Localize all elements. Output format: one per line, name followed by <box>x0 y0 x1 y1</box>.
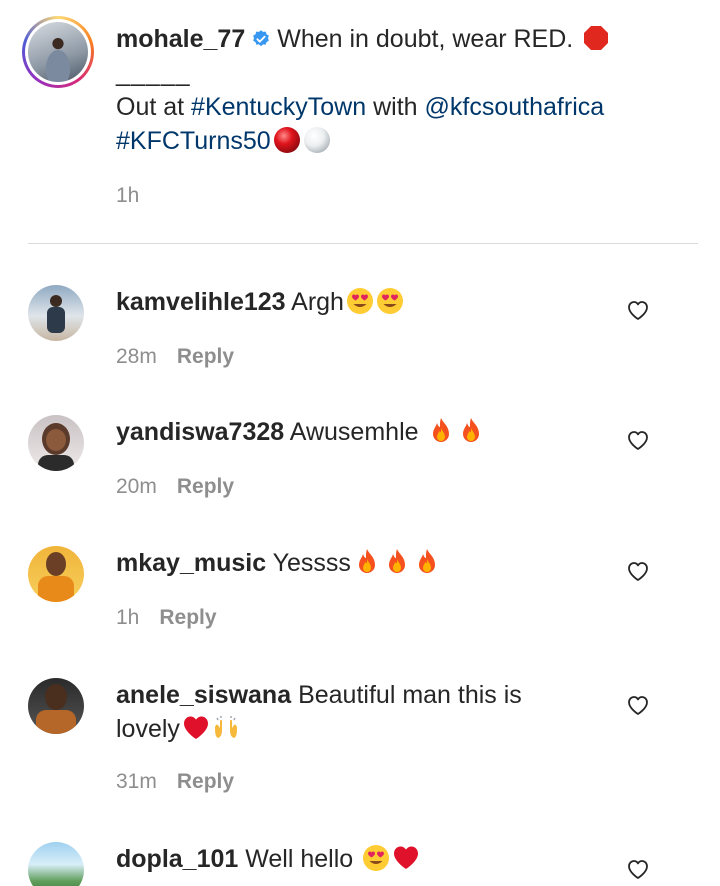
red-circle-emoji <box>273 126 301 154</box>
fire-emoji <box>353 548 381 576</box>
comment-username[interactable]: anele_siswana <box>116 681 291 709</box>
comment-text: Beautiful man this is <box>298 681 522 709</box>
avatar[interactable] <box>28 842 84 886</box>
fire-emoji <box>427 417 455 445</box>
avatar[interactable] <box>28 285 84 341</box>
reply-button[interactable]: Reply <box>177 475 234 498</box>
comment-username[interactable]: yandiswa7328 <box>116 418 284 446</box>
caption-timestamp: 1h <box>116 184 140 207</box>
comment-username[interactable]: kamvelihle123 <box>116 288 286 316</box>
reply-button[interactable]: Reply <box>159 606 216 629</box>
comment-text: Argh <box>291 288 344 316</box>
comment-item: dopla_101 Well hello <box>0 840 720 886</box>
caption-with: with <box>373 93 418 121</box>
mention-kfcsouthafrica[interactable]: @kfcsouthafrica <box>425 93 605 121</box>
raising-hands-emoji <box>212 714 240 742</box>
comment-item: anele_siswana Beautiful man this is love… <box>0 676 720 816</box>
heart-eyes-emoji <box>376 287 404 315</box>
divider <box>28 243 698 244</box>
fire-emoji <box>413 548 441 576</box>
comment-text-continued: lovely <box>116 715 180 743</box>
heart-outline-icon[interactable] <box>626 299 650 321</box>
fire-emoji <box>383 548 411 576</box>
fire-emoji <box>457 417 485 445</box>
comment-item: mkay_music Yessss 1h Reply <box>0 544 720 654</box>
reply-button[interactable]: Reply <box>177 345 234 368</box>
heart-outline-icon[interactable] <box>626 694 650 716</box>
comment-text: Yessss <box>272 549 351 577</box>
comments-screen: mohale_77 When in doubt, wear RED. _____ … <box>0 0 720 886</box>
comment-time: 20m <box>116 475 157 498</box>
hashtag-kfcturns50[interactable]: #KFCTurns50 <box>116 127 271 155</box>
comment-text: Well hello <box>245 845 354 873</box>
comment-item: kamvelihle123 Argh 28m Reply <box>0 283 720 393</box>
caption-text: mohale_77 When in doubt, wear RED. _____ … <box>116 22 686 158</box>
hashtag-kentuckytown[interactable]: #KentuckyTown <box>191 93 366 121</box>
heart-eyes-emoji <box>362 844 390 872</box>
heart-eyes-emoji <box>346 287 374 315</box>
comment-username[interactable]: mkay_music <box>116 549 266 577</box>
caption-separator: _____ <box>116 59 191 87</box>
comment-text: Awusemhle <box>289 418 419 446</box>
comment-item: yandiswa7328 Awusemhle 20m Reply <box>0 413 720 523</box>
comment-username[interactable]: dopla_101 <box>116 845 238 873</box>
heart-outline-icon[interactable] <box>626 560 650 582</box>
post-caption: mohale_77 When in doubt, wear RED. _____ … <box>0 0 720 244</box>
comment-time: 28m <box>116 345 157 368</box>
heart-outline-icon[interactable] <box>626 429 650 451</box>
author-avatar[interactable] <box>22 16 94 88</box>
caption-prefix: Out at <box>116 93 185 121</box>
comment-time: 31m <box>116 770 157 793</box>
avatar[interactable] <box>28 678 84 734</box>
reply-button[interactable]: Reply <box>177 770 234 793</box>
white-circle-emoji <box>303 126 331 154</box>
caption-username[interactable]: mohale_77 <box>116 25 245 53</box>
verified-badge-icon <box>251 24 271 47</box>
red-heart-emoji <box>392 844 420 872</box>
red-heart-emoji <box>182 714 210 742</box>
comment-time: 1h <box>116 606 140 629</box>
stop-sign-emoji <box>582 24 610 52</box>
heart-outline-icon[interactable] <box>626 858 650 880</box>
avatar[interactable] <box>28 546 84 602</box>
avatar[interactable] <box>28 415 84 471</box>
caption-line1: When in doubt, wear RED. <box>277 25 574 53</box>
